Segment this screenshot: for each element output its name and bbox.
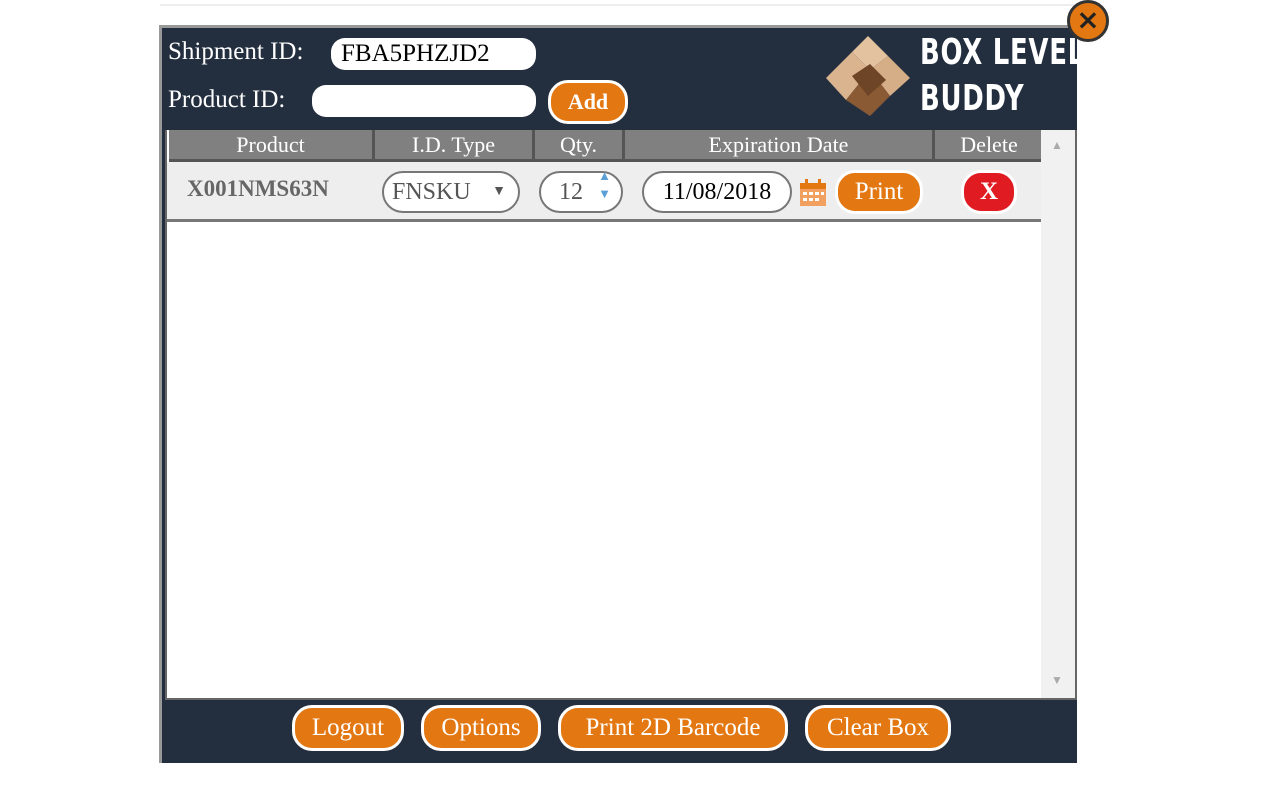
print-button[interactable]: Print — [835, 170, 923, 214]
products-table: Product I.D. Type Qty. Expiration Date D… — [165, 130, 1077, 700]
shipment-id-input[interactable]: FBA5PHZJD2 — [331, 38, 536, 70]
column-header-qty: Qty. — [535, 130, 625, 162]
top-divider — [160, 4, 1080, 6]
qty-stepper[interactable]: 12 ▲ ▼ — [539, 168, 623, 213]
clear-box-button[interactable]: Clear Box — [805, 705, 951, 751]
qty-value: 12 — [559, 179, 583, 205]
close-button[interactable]: × — [1067, 0, 1109, 42]
logo: BOX LEVEL BUDDY — [822, 30, 1084, 125]
product-code: X001NMS63N — [187, 176, 329, 201]
chevron-down-icon: ▼ — [492, 184, 506, 199]
calendar-icon[interactable] — [799, 179, 827, 207]
logo-line2: BUDDY — [920, 78, 1025, 119]
delete-button[interactable]: X — [961, 170, 1017, 214]
product-id-label: Product ID: — [168, 86, 286, 113]
product-id-input[interactable] — [312, 85, 536, 117]
expiration-date-input[interactable]: 11/08/2018 — [642, 171, 792, 213]
id-type-select[interactable]: FNSKU ▼ — [382, 171, 520, 213]
box-icon — [826, 36, 910, 116]
spinner-arrows-icon[interactable]: ▲ ▼ — [598, 167, 611, 203]
scrollbar[interactable]: ▲ ▼ — [1041, 130, 1075, 698]
logo-line1: BOX LEVEL — [920, 32, 1085, 73]
add-button[interactable]: Add — [548, 80, 628, 124]
logout-button[interactable]: Logout — [292, 705, 404, 751]
options-button[interactable]: Options — [421, 705, 541, 751]
shipment-id-label: Shipment ID: — [168, 38, 304, 65]
scroll-down-icon[interactable]: ▼ — [1051, 673, 1063, 688]
table-row: X001NMS63N FNSKU ▼ 12 ▲ ▼ 11/08/2018 Print … — [167, 162, 1043, 222]
scroll-up-icon[interactable]: ▲ — [1051, 138, 1063, 153]
column-header-id-type: I.D. Type — [375, 130, 535, 162]
id-type-value: FNSKU — [392, 179, 471, 205]
column-header-expiration-date: Expiration Date — [625, 130, 935, 162]
box-level-buddy-window: Shipment ID: FBA5PHZJD2 Product ID: Add … — [159, 25, 1084, 763]
print-2d-barcode-button[interactable]: Print 2D Barcode — [558, 705, 788, 751]
close-icon: × — [1076, 3, 1100, 36]
column-header-product: Product — [169, 130, 375, 162]
column-header-delete: Delete — [935, 130, 1043, 162]
